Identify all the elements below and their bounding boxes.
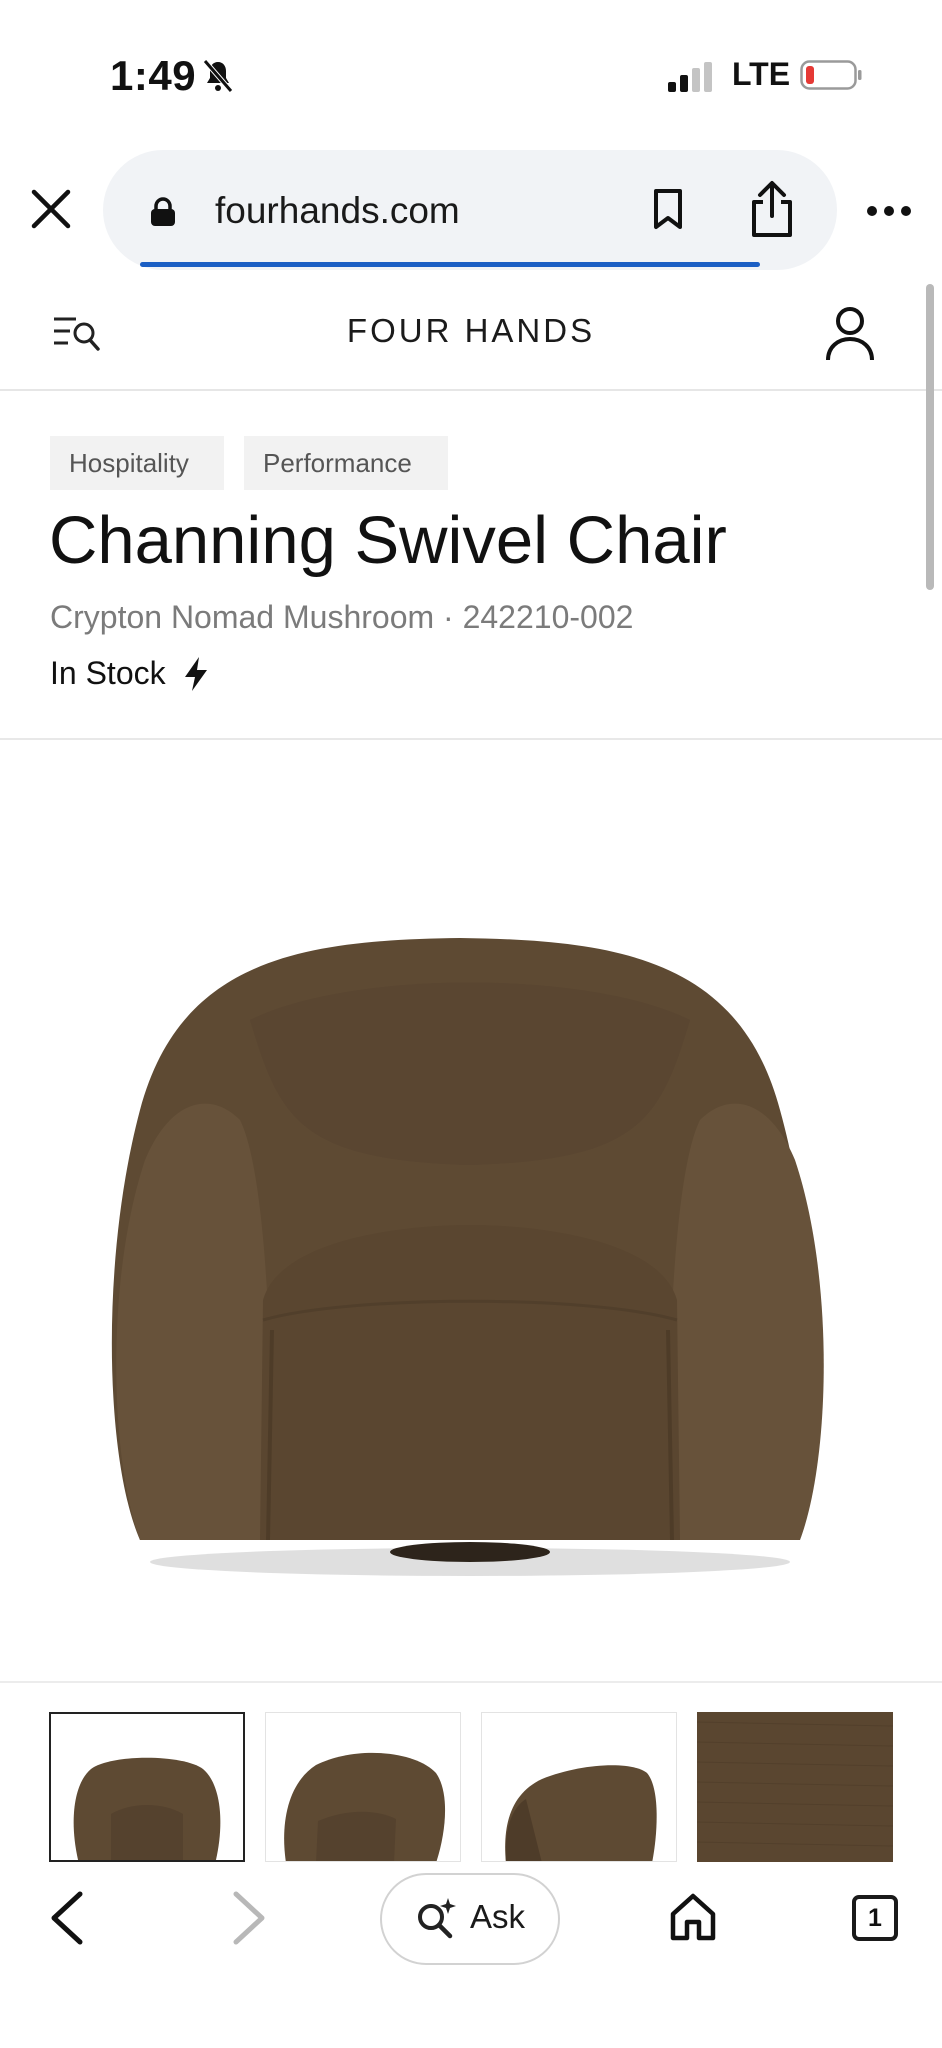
page-load-progress <box>140 262 760 267</box>
product-title: Channing Swivel Chair <box>49 503 727 578</box>
bookmark-icon[interactable] <box>652 188 684 230</box>
tag-performance[interactable]: Performance <box>244 436 448 490</box>
lock-icon <box>151 197 175 226</box>
back-icon[interactable] <box>46 1890 88 1946</box>
account-icon[interactable] <box>824 306 876 362</box>
section-divider <box>0 738 942 740</box>
network-type: LTE <box>732 56 791 92</box>
url-text[interactable]: fourhands.com <box>215 190 460 232</box>
ask-sparkle-icon <box>418 1898 456 1939</box>
thumbnail-fabric-swatch[interactable] <box>697 1712 893 1862</box>
chair-angle-thumbnail-image <box>284 1752 445 1861</box>
fabric-swatch-image <box>697 1712 893 1862</box>
chair-side-thumbnail-image <box>505 1765 657 1861</box>
bell-slash-icon <box>203 59 233 93</box>
stock-status: In Stock <box>50 655 166 691</box>
battery-low-icon <box>800 60 862 90</box>
thumbnail-front[interactable] <box>49 1712 245 1862</box>
header-divider <box>0 389 942 391</box>
close-icon[interactable] <box>30 188 72 230</box>
home-icon[interactable] <box>668 1892 718 1942</box>
chair-front-thumbnail-image <box>73 1757 221 1860</box>
gallery-divider <box>0 1681 942 1683</box>
page-scrollbar[interactable] <box>926 284 934 590</box>
ask-label[interactable]: Ask <box>470 1898 525 1936</box>
product-variant: Crypton Nomad Mushroom · 242210-002 <box>50 599 634 635</box>
tabs-button[interactable]: 1 <box>852 1895 898 1941</box>
lightning-bolt-icon <box>185 657 207 691</box>
thumbnail-angle[interactable] <box>265 1712 461 1862</box>
tag-hospitality[interactable]: Hospitality <box>50 436 224 490</box>
status-time: 1:49 <box>110 52 197 99</box>
address-bar[interactable] <box>103 150 837 270</box>
forward-icon[interactable] <box>228 1890 270 1946</box>
product-image-main[interactable] <box>100 900 840 1590</box>
share-icon[interactable] <box>748 180 796 238</box>
site-logo[interactable]: FOUR HANDS <box>0 312 942 350</box>
signal-icon <box>668 62 712 92</box>
more-icon[interactable] <box>866 200 912 222</box>
thumbnail-side[interactable] <box>481 1712 677 1862</box>
